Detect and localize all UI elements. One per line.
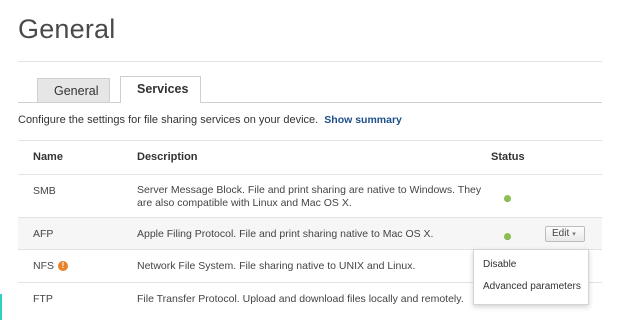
header-name: Name xyxy=(33,151,63,163)
service-name-label: NFS xyxy=(33,260,54,272)
service-description: Network File System. File sharing native… xyxy=(137,260,416,272)
edit-dropdown-menu: Disable Advanced parameters xyxy=(473,249,589,305)
service-description: File Transfer Protocol. Upload and downl… xyxy=(137,293,464,305)
edit-button[interactable]: Edit ▾ xyxy=(545,226,585,242)
chevron-down-icon: ▾ xyxy=(572,231,576,238)
page-title: General xyxy=(18,14,116,44)
service-name-ftp: FTP xyxy=(33,293,53,305)
tab-bar: General Services xyxy=(37,76,201,103)
service-description: Server Message Block. File and print sha… xyxy=(137,184,482,209)
edit-button-label: Edit xyxy=(552,228,570,239)
service-name-nfs: NFS! xyxy=(33,260,68,272)
table-header: Name Description Status xyxy=(18,140,602,175)
title-divider xyxy=(18,61,602,62)
intro-line: Configure the settings for file sharing … xyxy=(18,114,402,126)
header-status: Status xyxy=(491,151,525,163)
status-indicator xyxy=(504,193,511,205)
menu-item-disable[interactable]: Disable xyxy=(483,259,516,270)
tab-general[interactable]: General xyxy=(37,78,110,103)
tabs-divider xyxy=(18,102,602,103)
accent-bar xyxy=(0,294,2,320)
status-dot-icon xyxy=(504,233,511,240)
table-row: SMB Server Message Block. File and print… xyxy=(18,175,602,218)
show-summary-link[interactable]: Show summary xyxy=(324,114,402,126)
service-name-smb: SMB xyxy=(33,185,56,197)
service-name-afp: AFP xyxy=(33,228,54,240)
tab-services[interactable]: Services xyxy=(120,76,201,103)
service-description: Apple Filing Protocol. File and print sh… xyxy=(137,228,434,240)
header-description: Description xyxy=(137,151,198,163)
status-indicator xyxy=(504,231,511,243)
table-row: AFP Apple Filing Protocol. File and prin… xyxy=(18,218,602,250)
menu-item-advanced-parameters[interactable]: Advanced parameters xyxy=(483,281,581,292)
warning-icon[interactable]: ! xyxy=(58,261,68,271)
status-dot-icon xyxy=(504,195,511,202)
intro-text: Configure the settings for file sharing … xyxy=(18,114,319,126)
